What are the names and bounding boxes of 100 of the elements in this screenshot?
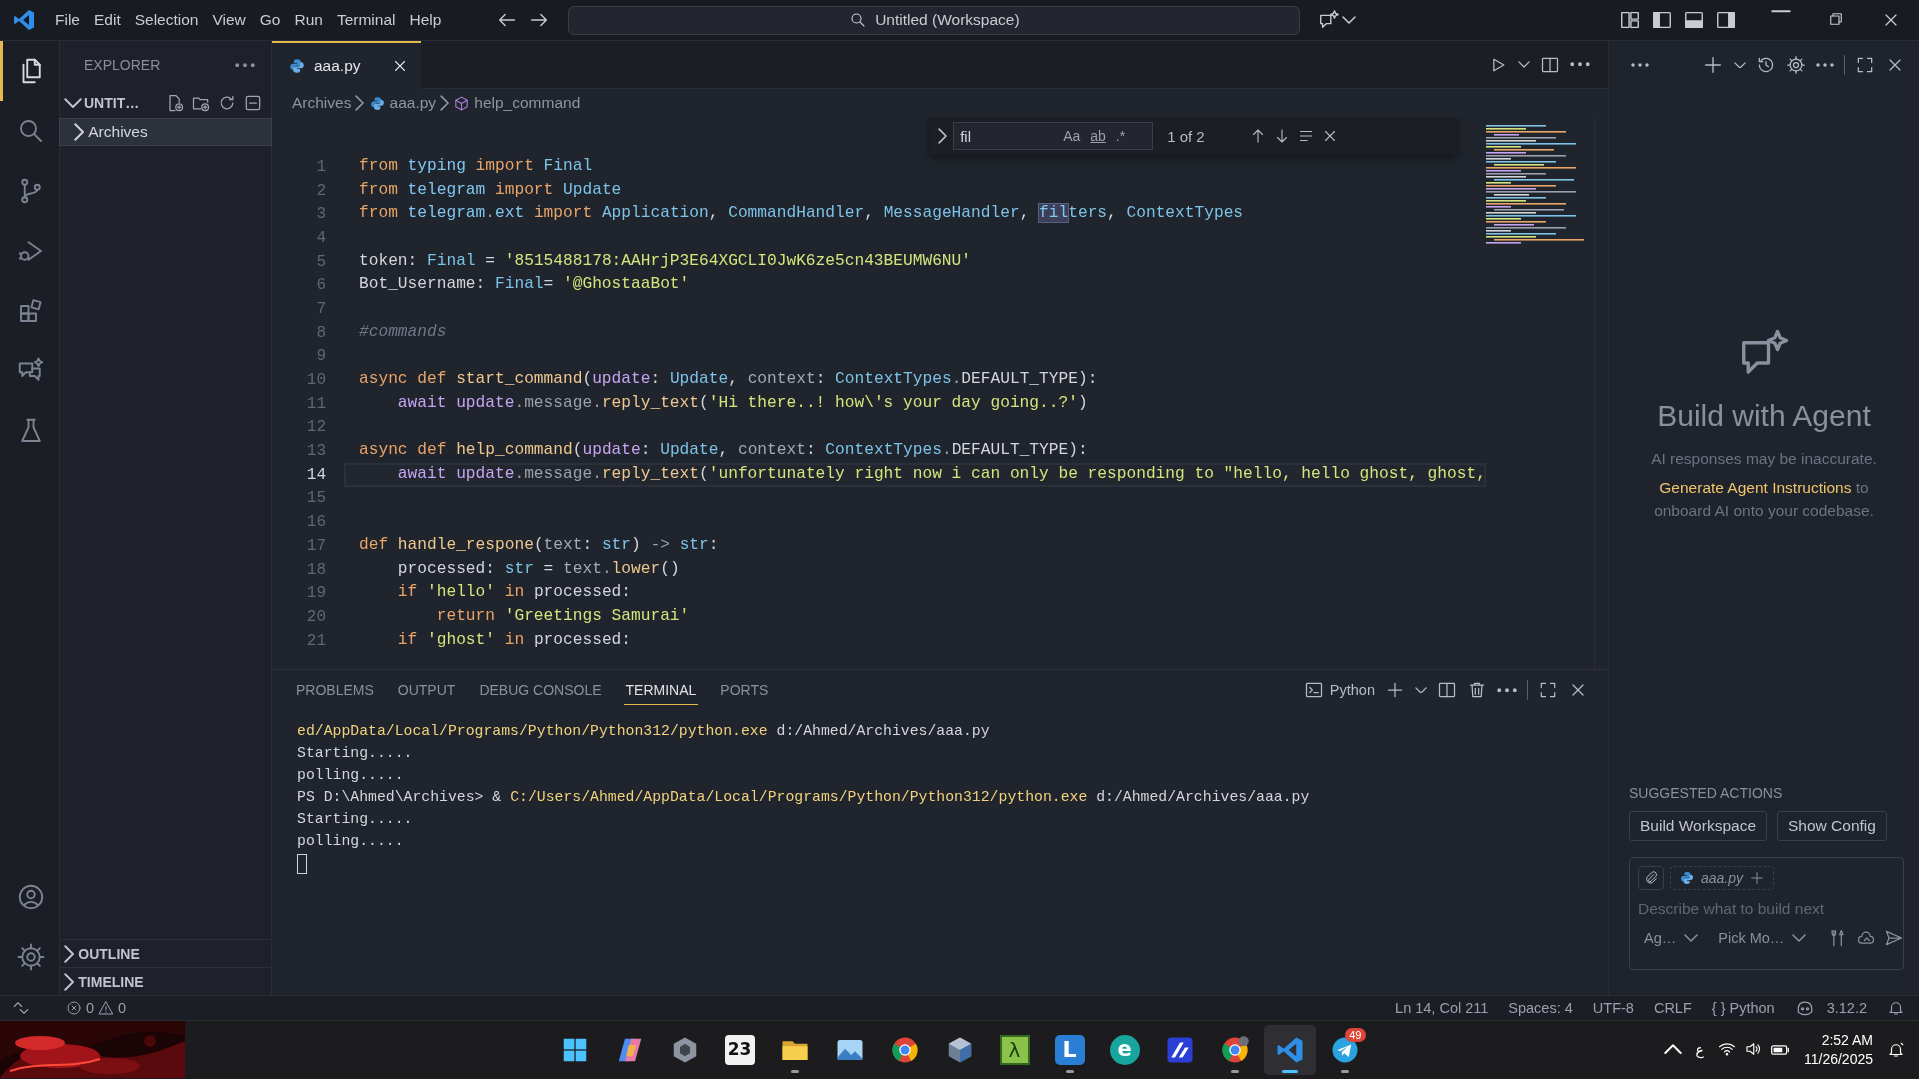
maximize-icon[interactable] [1855,55,1875,75]
maximize-icon[interactable] [1538,680,1558,700]
warning-icon [98,999,115,1016]
status-item[interactable]: CRLF [1653,999,1692,1016]
chevron-down-icon[interactable] [1734,61,1746,69]
python-version[interactable]: 3.12.2 [1826,999,1867,1016]
code-line: #commands [358,321,447,343]
menu-item[interactable]: Edit [87,6,128,34]
code-line: def handle_respone(text: str) -> str: [358,535,719,556]
instructions-link[interactable]: Generate Agent Instructions [1659,479,1852,496]
terminal-line: Starting..... [297,744,413,763]
tree-item[interactable]: Archives [60,119,271,145]
python-file-icon [1679,870,1695,886]
editor-tab[interactable]: aaa.py [272,41,421,89]
more-icon[interactable] [1816,63,1834,67]
account-icon[interactable] [16,882,46,912]
menu-item[interactable]: Go [252,6,288,34]
panel-tab[interactable]: PORTS [718,675,771,705]
line-number: 18 [305,560,327,579]
chevron-down-icon[interactable] [1415,686,1427,694]
line-number: 3 [315,205,327,224]
model-dropdown[interactable]: Pick Mo… [1712,930,1813,946]
restore-icon[interactable] [1827,10,1845,28]
chevron-down-icon[interactable] [1342,16,1357,24]
panel-tab[interactable]: OUTPUT [395,675,458,705]
keyboard-language[interactable]: ع [1695,1041,1704,1058]
status-item[interactable]: { } Python [1711,999,1775,1016]
panel-tab[interactable]: TERMINAL [623,675,699,705]
error-count[interactable]: 0 [86,999,95,1016]
notification-icon[interactable] [1887,1040,1905,1059]
new-chat-icon[interactable] [1702,54,1724,76]
status-item[interactable]: UTF-8 [1592,999,1634,1016]
menu-item[interactable]: Terminal [329,6,403,34]
terminal-line: PS D:\Ahmed\Archives> & C:/Users/Ahmed/AppData/Local/Programs/Python/Python312/python.exe d:/Ahmed/Archives/aaa.py [297,788,1310,807]
mode-dropdown[interactable]: Ag… [1638,930,1705,946]
line-number: 21 [305,631,327,650]
chevron-icon[interactable] [938,128,948,144]
chat-sparkle-icon[interactable] [1318,9,1341,31]
code-line: from typing import Final [358,156,593,177]
toggle-secondary-sidebar-icon[interactable] [1715,9,1737,31]
search-field[interactable]: Untitled (Workspace) [568,5,1301,35]
section-header[interactable]: OUTLINE [60,939,271,967]
more-icon[interactable] [1631,63,1649,67]
status-item[interactable]: Ln 14, Col 211 [1395,999,1489,1016]
terminal-selector[interactable]: Python [1303,680,1375,700]
plus-icon[interactable] [1385,680,1405,700]
warning-count[interactable]: 0 [118,999,127,1016]
breadcrumb[interactable]: Archives [292,94,352,112]
toggle-panel-icon[interactable] [1683,9,1705,31]
collapse-icon[interactable] [243,93,263,113]
taskbar-button[interactable]: 23 [713,1024,766,1075]
find-option[interactable]: .* [1112,127,1129,145]
settings-icon[interactable] [1786,55,1806,75]
find-field[interactable]: fil Aa ab .* [953,122,1154,150]
panel-tab[interactable]: PROBLEMS [294,675,376,705]
history-icon[interactable] [1756,55,1776,75]
section-header[interactable]: UNTIT… [60,89,271,117]
attach-button[interactable] [1638,866,1664,890]
file-chip[interactable]: aaa.py [1670,866,1775,890]
trash-icon[interactable] [1467,680,1487,700]
suggestion-button[interactable]: Build Workspace [1629,811,1767,841]
suggestion-button[interactable]: Show Config [1777,811,1887,841]
status-item[interactable]: Spaces: 4 [1508,999,1573,1016]
line-number: 1 [315,157,327,176]
menu-item[interactable]: View [205,6,253,34]
panel-tab[interactable]: DEBUG CONSOLE [477,675,604,705]
code-line: token: Final = '8515488178:AAHrjP3E64XGCLI0JwK6ze5cn43BEUMW6NU' [358,250,971,272]
code-line: await update.message.reply_text('Hi there..! how\'s your day going..?') [396,392,1088,414]
line-number: 10 [305,371,327,390]
terminal-line: polling..... [297,766,404,785]
find-option[interactable]: ab [1087,127,1109,145]
send-icon[interactable] [1884,928,1905,948]
line-number: 15 [305,489,327,508]
menu-item[interactable]: Run [287,6,330,34]
breadcrumb[interactable]: help_command [474,94,581,112]
more-icon[interactable] [235,62,255,68]
split-terminal-icon[interactable] [1437,680,1457,700]
taskbar-button[interactable]: λ [988,1024,1041,1075]
menu-item[interactable]: Help [402,6,449,34]
clock[interactable]: 2:52 AM 11/26/2025 [1803,1030,1873,1069]
breadcrumb[interactable]: aaa.py [389,94,437,112]
hint-text: Generate Agent Instructions to onboard AI onto your codebase. [1653,478,1875,521]
toggle-sidebar-icon[interactable] [1651,9,1673,31]
more-icon[interactable] [1570,62,1590,67]
message-field[interactable]: Describe what to build next [1638,898,1895,920]
menu-item[interactable]: File [48,6,87,34]
find-option[interactable]: Aa [1060,127,1084,145]
terminal-line: ed/AppData/Local/Programs/Python/Python312/python.exe d:/Ahmed/Archives/aaa.py [297,722,990,741]
menu-item[interactable]: Selection [127,6,206,34]
taskbar-button[interactable]: 49 [1318,1024,1371,1075]
more-icon[interactable] [1497,687,1517,693]
taskbar-button[interactable]: L [1043,1024,1096,1075]
chevron-down-icon[interactable] [1518,61,1530,68]
line-number: 12 [305,418,327,437]
settings-icon[interactable] [16,942,46,972]
code-line: if 'ghost' in processed: [396,629,632,651]
minimize-icon[interactable] [1771,10,1791,13]
layout-icon[interactable] [1619,9,1641,31]
show-hidden-icons-icon[interactable] [1663,1044,1682,1055]
code-line: async def start_command(update: Update, context: ContextTypes.DEFAULT_TYPE): [358,369,1098,391]
